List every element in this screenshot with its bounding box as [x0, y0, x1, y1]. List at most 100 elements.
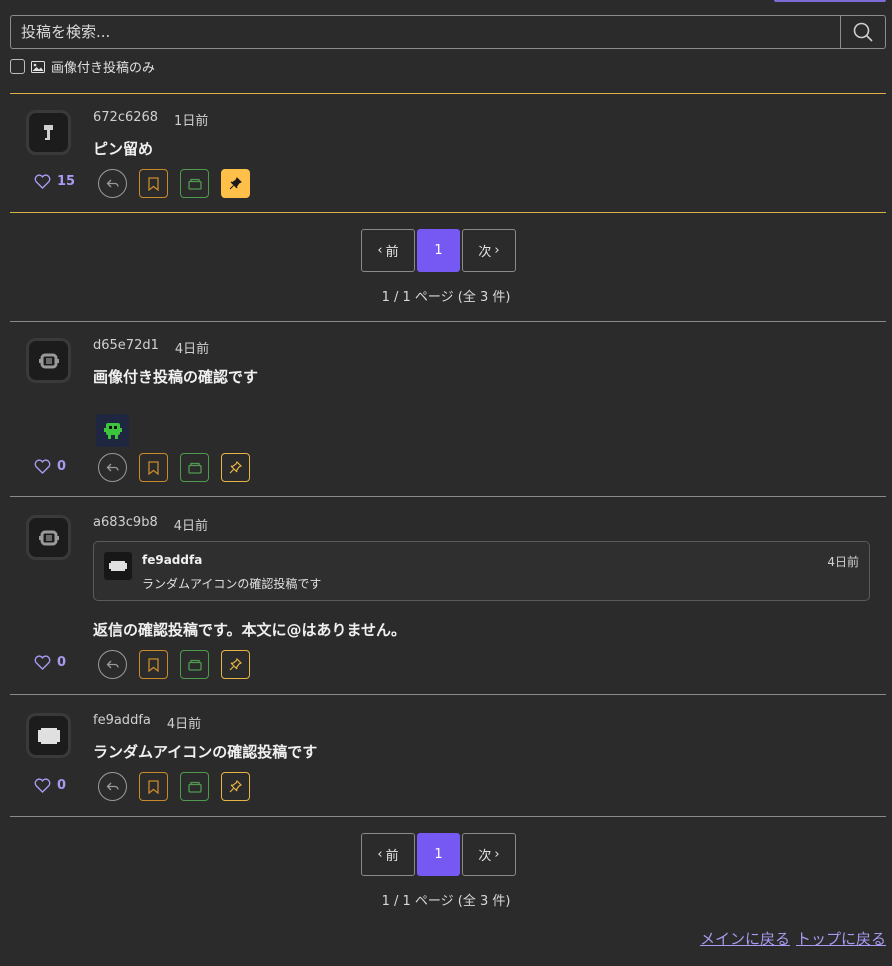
archive-icon	[187, 178, 202, 190]
divider	[10, 816, 886, 817]
post-meta: fe9addfa 4日前	[93, 713, 201, 732]
bookmark-button[interactable]	[139, 772, 168, 801]
heart-icon	[34, 655, 51, 670]
reply-icon	[106, 463, 119, 472]
divider	[10, 93, 886, 94]
post-time: 4日前	[173, 519, 209, 534]
pagination-top: ‹ 前 1 次 ›	[361, 229, 516, 272]
search-input[interactable]	[10, 15, 840, 49]
archive-icon	[187, 781, 202, 793]
avatar-icon	[38, 530, 59, 545]
blob-icon	[37, 727, 60, 744]
pin-button[interactable]	[221, 169, 250, 198]
bookmark-button[interactable]	[139, 169, 168, 198]
reply-button[interactable]	[98, 650, 127, 679]
blob-icon	[109, 561, 127, 571]
post-time: 1日前	[174, 114, 209, 129]
post-image-thumbnail[interactable]	[96, 414, 129, 447]
divider	[10, 321, 886, 322]
search-button[interactable]	[840, 15, 886, 49]
back-to-top-link[interactable]: トップに戻る	[796, 928, 886, 949]
post-author[interactable]: a683c9b8	[93, 515, 158, 534]
post-actions	[98, 453, 250, 482]
reply-button[interactable]	[98, 453, 127, 482]
like-button[interactable]: 0	[34, 778, 66, 793]
post-author[interactable]: 672c6268	[93, 110, 158, 129]
post-actions	[98, 772, 250, 801]
heart-icon	[34, 459, 51, 474]
bookmark-button[interactable]	[139, 453, 168, 482]
prev-label: 前	[385, 849, 399, 864]
like-count: 0	[57, 655, 67, 670]
post-text: ピン留め	[93, 140, 154, 158]
bookmark-button[interactable]	[139, 650, 168, 679]
next-label: 次	[478, 245, 492, 260]
next-page-button[interactable]: 次 ›	[462, 229, 516, 272]
image-only-label: 画像付き投稿のみ	[51, 61, 156, 76]
pin-button[interactable]	[221, 650, 250, 679]
avatar[interactable]	[26, 338, 71, 383]
post-meta: a683c9b8 4日前	[93, 515, 208, 534]
pin-icon	[229, 177, 242, 190]
reply-icon	[106, 782, 119, 791]
current-page-button[interactable]: 1	[417, 833, 460, 876]
chevron-right-icon: ›	[494, 243, 500, 258]
post-meta: d65e72d1 4日前	[93, 338, 209, 357]
top-accent-bar	[774, 0, 886, 2]
footer-links: メインに戻る トップに戻る	[700, 928, 886, 949]
bookmark-icon	[148, 176, 159, 191]
post-author[interactable]: d65e72d1	[93, 338, 159, 357]
like-count: 0	[57, 778, 67, 793]
pagination-bottom: ‹ 前 1 次 ›	[361, 833, 516, 876]
avatar[interactable]	[26, 515, 71, 560]
quote-time: 4日前	[827, 555, 859, 569]
avatar[interactable]	[26, 713, 71, 758]
monster-icon	[103, 422, 122, 439]
post-author[interactable]: fe9addfa	[93, 713, 151, 732]
search-bar	[10, 15, 886, 49]
pin-button[interactable]	[221, 453, 250, 482]
chevron-left-icon: ‹	[377, 847, 383, 862]
image-only-checkbox[interactable]	[10, 59, 25, 74]
reply-button[interactable]	[98, 772, 127, 801]
like-button[interactable]: 0	[34, 655, 66, 670]
divider	[10, 212, 886, 213]
avatar-icon	[43, 124, 53, 140]
current-page-button[interactable]: 1	[417, 229, 460, 272]
prev-label: 前	[385, 245, 399, 260]
archive-button[interactable]	[180, 650, 209, 679]
quote-avatar	[104, 552, 132, 580]
like-button[interactable]: 0	[34, 459, 66, 474]
back-to-main-link[interactable]: メインに戻る	[700, 928, 790, 949]
like-button[interactable]: 15	[34, 174, 75, 189]
pin-icon	[229, 461, 242, 474]
archive-button[interactable]	[180, 169, 209, 198]
divider	[10, 496, 886, 497]
archive-button[interactable]	[180, 772, 209, 801]
page-info: 1 / 1 ページ (全 3 件)	[381, 894, 511, 909]
next-page-button[interactable]: 次 ›	[462, 833, 516, 876]
prev-page-button[interactable]: ‹ 前	[361, 833, 415, 876]
reply-icon	[106, 179, 119, 188]
next-label: 次	[478, 849, 492, 864]
page-info: 1 / 1 ページ (全 3 件)	[381, 290, 511, 305]
post-text: ランダムアイコンの確認投稿です	[93, 743, 318, 761]
avatar-icon	[38, 353, 59, 368]
like-count: 15	[57, 174, 76, 189]
divider	[10, 694, 886, 695]
post-text: 画像付き投稿の確認です	[93, 368, 259, 386]
bookmark-icon	[148, 657, 159, 672]
reply-button[interactable]	[98, 169, 127, 198]
archive-button[interactable]	[180, 453, 209, 482]
prev-page-button[interactable]: ‹ 前	[361, 229, 415, 272]
quote-author: fe9addfa	[142, 553, 203, 567]
post-text: 返信の確認投稿です。本文に@はありません。	[93, 621, 407, 639]
quoted-post[interactable]: fe9addfa 4日前 ランダムアイコンの確認投稿です	[93, 541, 870, 601]
avatar[interactable]	[26, 110, 71, 155]
bookmark-icon	[148, 779, 159, 794]
archive-icon	[187, 659, 202, 671]
quote-text: ランダムアイコンの確認投稿です	[142, 577, 322, 591]
post-time: 4日前	[166, 717, 202, 732]
image-filter: 画像付き投稿のみ	[10, 57, 155, 76]
pin-button[interactable]	[221, 772, 250, 801]
